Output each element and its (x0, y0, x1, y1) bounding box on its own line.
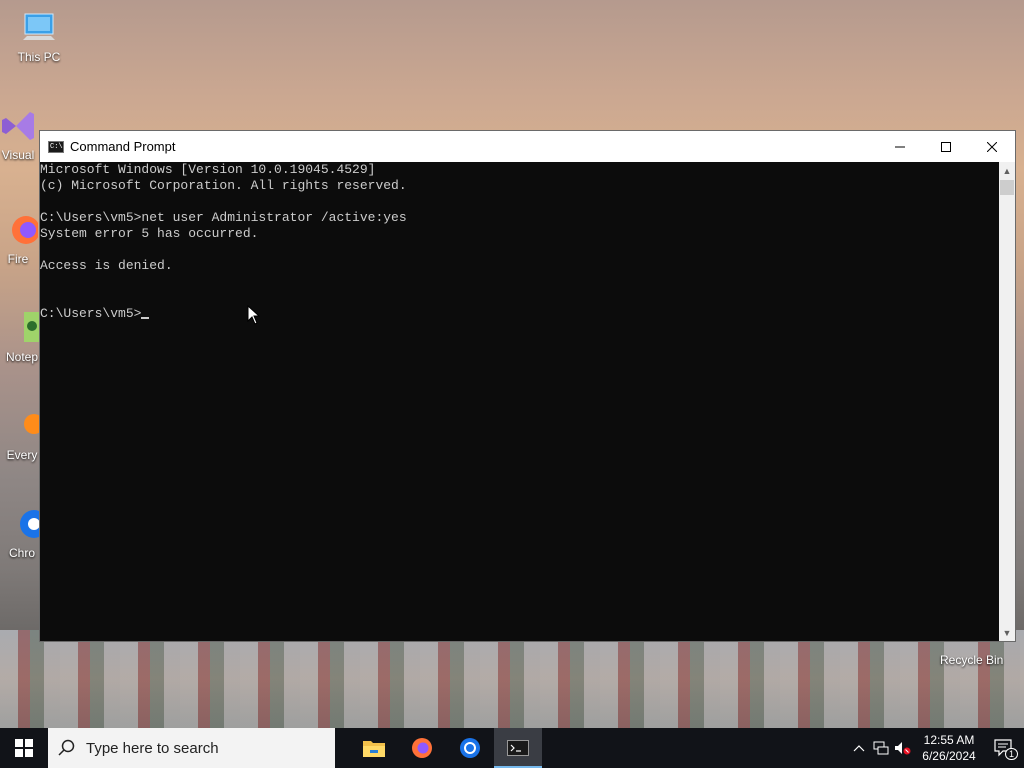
maximize-icon (941, 141, 951, 152)
desktop-icon-this-pc[interactable]: This PC (3, 10, 75, 64)
cmd-icon: C:\ (48, 140, 64, 153)
wallpaper-city (0, 630, 1024, 728)
chrome-icon (460, 738, 480, 758)
clock-time: 12:55 AM (923, 733, 975, 747)
console-line: Microsoft Windows [Version 10.0.19045.45… (40, 162, 376, 177)
console-line: Access is denied. (40, 258, 173, 273)
clock-date: 6/26/2024 (922, 749, 976, 763)
folder-icon (363, 741, 385, 757)
taskbar: Type here to search 12:55 AM 6/26/2024 1 (0, 728, 1024, 768)
window-title: Command Prompt (70, 139, 176, 154)
taskbar-chrome[interactable] (446, 728, 494, 768)
taskbar-command-prompt[interactable] (494, 728, 542, 768)
maximize-button[interactable] (923, 131, 969, 162)
desktop-icon-recycle-bin[interactable]: Recycle Bin (940, 653, 1003, 667)
desktop-icon-label: Fire (7, 252, 29, 266)
network-icon[interactable] (870, 728, 892, 768)
firefox-icon (0, 212, 40, 248)
desktop-icon-label: Notep (5, 350, 39, 364)
chrome-icon (2, 506, 48, 542)
command-prompt-window[interactable]: C:\ Command Prompt Microsoft Windows [Ve… (39, 130, 1016, 642)
search-icon (58, 739, 75, 756)
vertical-scrollbar[interactable]: ▲ ▼ (999, 162, 1015, 641)
taskbar-clock[interactable]: 12:55 AM 6/26/2024 (914, 732, 984, 764)
cmd-icon (507, 740, 529, 756)
taskbar-firefox[interactable] (398, 728, 446, 768)
desktop-icon-label: Recycle Bin (940, 653, 1004, 667)
taskbar-search-box[interactable]: Type here to search (48, 728, 335, 768)
console-line: (c) Microsoft Corporation. All rights re… (40, 178, 407, 193)
volume-muted-icon[interactable] (892, 728, 914, 768)
console-prompt: C:\Users\vm5> (40, 306, 142, 321)
text-cursor (141, 317, 150, 319)
visual-studio-icon (0, 108, 38, 144)
firefox-icon (412, 738, 432, 758)
scroll-up-arrow-icon[interactable]: ▲ (999, 162, 1015, 179)
action-center-button[interactable]: 1 (984, 728, 1024, 768)
system-tray: 12:55 AM 6/26/2024 1 (848, 728, 1024, 768)
everything-icon (2, 408, 44, 444)
console-output[interactable]: Microsoft Windows [Version 10.0.19045.45… (40, 162, 1000, 641)
close-button[interactable] (969, 131, 1015, 162)
desktop-icon-label: Chro (8, 546, 35, 560)
notification-count-badge: 1 (1004, 748, 1018, 760)
notepad-icon (2, 310, 42, 346)
desktop-icon-label: Visual (1, 148, 35, 162)
console-line: System error 5 has occurred. (40, 226, 259, 241)
start-button[interactable] (0, 728, 48, 768)
scroll-down-arrow-icon[interactable]: ▼ (999, 624, 1015, 641)
search-placeholder: Type here to search (86, 739, 219, 757)
mouse-pointer-icon (247, 305, 261, 325)
scrollbar-thumb[interactable] (1000, 180, 1014, 195)
desktop-icon-label: This PC (17, 50, 61, 64)
windows-logo-icon (15, 739, 33, 757)
minimize-icon (895, 146, 905, 147)
computer-icon (19, 10, 59, 46)
show-hidden-icons-chevron-icon[interactable] (848, 728, 870, 768)
console-line: C:\Users\vm5>net user Administrator /act… (40, 210, 407, 225)
desktop-icon-label: Every (6, 448, 38, 462)
console-prompt-line: C:\Users\vm5> (40, 306, 1000, 322)
title-bar[interactable]: C:\ Command Prompt (40, 131, 1015, 162)
minimize-button[interactable] (877, 131, 923, 162)
close-icon (987, 141, 997, 152)
taskbar-file-explorer[interactable] (350, 728, 398, 768)
